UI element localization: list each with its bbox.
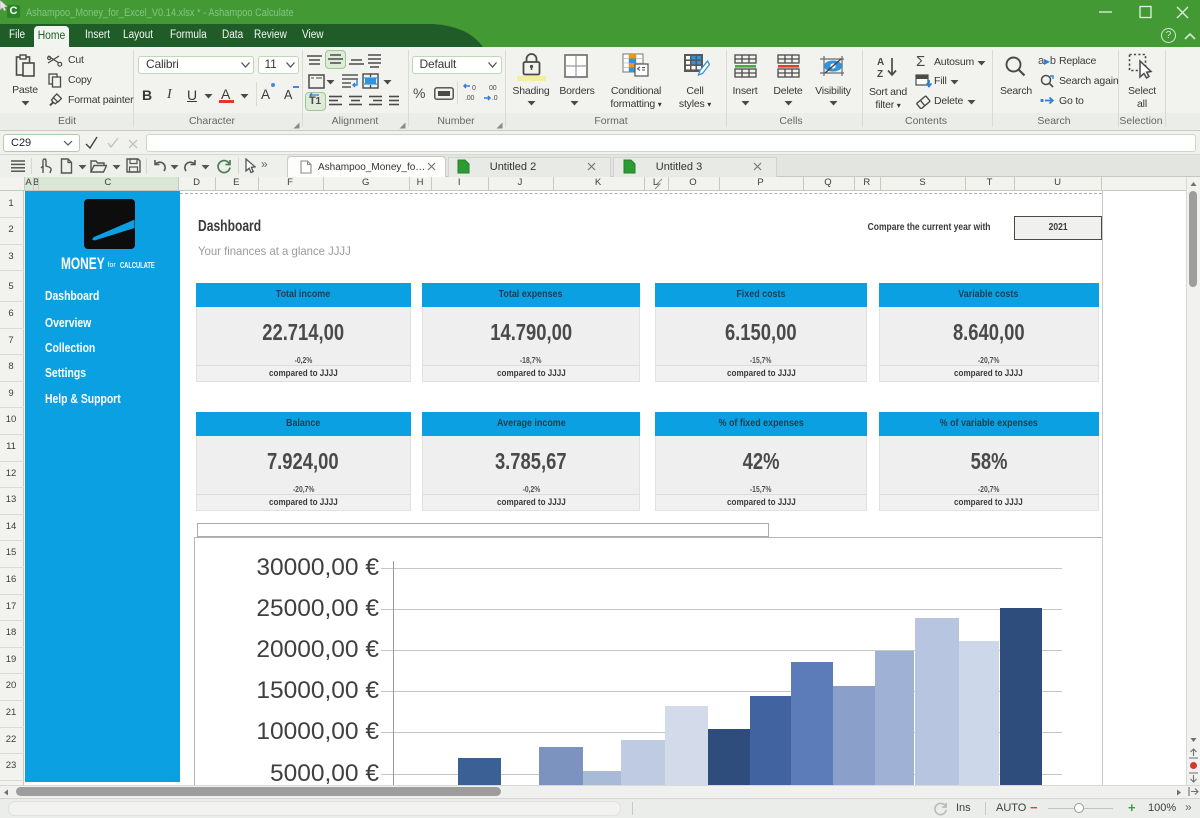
svg-text:0: 0 [472, 85, 476, 92]
svg-text:.00: .00 [465, 95, 474, 102]
svg-text:A: A [877, 57, 884, 68]
svg-text:.0: .0 [492, 95, 498, 102]
svg-text:Z: Z [877, 69, 883, 79]
svg-text:00: 00 [489, 85, 497, 92]
